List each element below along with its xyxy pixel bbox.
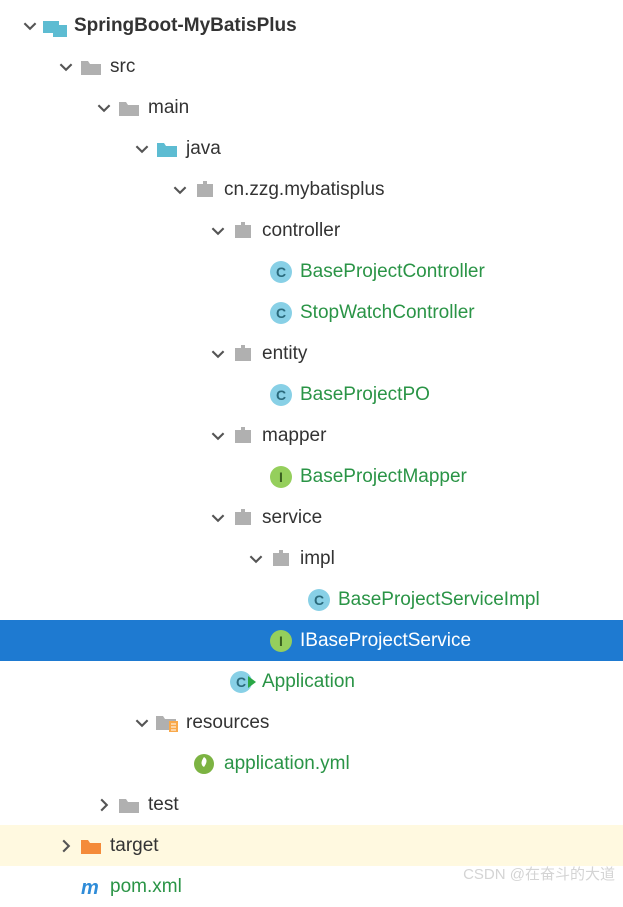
chevron-right-icon[interactable]: [92, 798, 116, 812]
package-icon: [230, 218, 256, 244]
entity-label: entity: [262, 343, 307, 365]
tree-row-src[interactable]: src: [0, 46, 623, 87]
chevron-down-icon[interactable]: [18, 19, 42, 33]
tree-row-target[interactable]: target: [0, 825, 623, 866]
tree-row-interface-selected[interactable]: I IBaseProjectService: [0, 620, 623, 661]
tree-row-controller[interactable]: controller: [0, 210, 623, 251]
tree-row-resources[interactable]: resources: [0, 702, 623, 743]
chevron-down-icon[interactable]: [130, 716, 154, 730]
tree-row-test[interactable]: test: [0, 784, 623, 825]
controller-label: controller: [262, 220, 340, 242]
pom-label: pom.xml: [110, 876, 182, 898]
service-label: service: [262, 507, 322, 529]
main-label: main: [148, 97, 189, 119]
class-icon: C: [268, 382, 294, 408]
chevron-down-icon[interactable]: [168, 183, 192, 197]
yml-label: application.yml: [224, 753, 350, 775]
tree-row-service[interactable]: service: [0, 497, 623, 538]
chevron-right-icon[interactable]: [54, 839, 78, 853]
mapper-label: mapper: [262, 425, 326, 447]
chevron-down-icon[interactable]: [130, 142, 154, 156]
package-icon: [268, 546, 294, 572]
spring-config-icon: [192, 751, 218, 777]
java-label: java: [186, 138, 221, 160]
module-icon: [42, 13, 68, 39]
chevron-down-icon[interactable]: [206, 347, 230, 361]
chevron-down-icon[interactable]: [244, 552, 268, 566]
runnable-class-icon: C: [230, 669, 256, 695]
class-icon: C: [268, 300, 294, 326]
class-icon: C: [268, 259, 294, 285]
class-label: BaseProjectServiceImpl: [338, 589, 540, 611]
package-icon: [230, 423, 256, 449]
excluded-folder-icon: [78, 833, 104, 859]
package-label: cn.zzg.mybatisplus: [224, 179, 385, 201]
tree-row-java[interactable]: java: [0, 128, 623, 169]
tree-row-impl[interactable]: impl: [0, 538, 623, 579]
src-label: src: [110, 56, 135, 78]
class-label: BaseProjectPO: [300, 384, 430, 406]
package-icon: [192, 177, 218, 203]
project-tree[interactable]: SpringBoot-MyBatisPlus src main java cn.…: [0, 0, 623, 907]
tree-row-pom[interactable]: m pom.xml: [0, 866, 623, 907]
interface-label: BaseProjectMapper: [300, 466, 467, 488]
interface-icon: I: [268, 464, 294, 490]
svg-text:C: C: [276, 264, 286, 280]
class-label: BaseProjectController: [300, 261, 485, 283]
folder-icon: [116, 792, 142, 818]
test-label: test: [148, 794, 179, 816]
svg-text:C: C: [276, 305, 286, 321]
tree-row-interface[interactable]: I BaseProjectMapper: [0, 456, 623, 497]
svg-text:m: m: [81, 877, 99, 898]
tree-row-class[interactable]: C StopWatchController: [0, 292, 623, 333]
chevron-down-icon[interactable]: [54, 60, 78, 74]
class-label: StopWatchController: [300, 302, 475, 324]
chevron-down-icon[interactable]: [206, 224, 230, 238]
tree-row-package[interactable]: cn.zzg.mybatisplus: [0, 169, 623, 210]
folder-icon: [116, 95, 142, 121]
chevron-down-icon[interactable]: [206, 429, 230, 443]
svg-text:I: I: [279, 469, 283, 485]
tree-row-application[interactable]: C Application: [0, 661, 623, 702]
impl-label: impl: [300, 548, 335, 570]
project-label: SpringBoot-MyBatisPlus: [74, 15, 297, 37]
tree-row-class[interactable]: C BaseProjectController: [0, 251, 623, 292]
resources-folder-icon: [154, 710, 180, 736]
tree-row-project[interactable]: SpringBoot-MyBatisPlus: [0, 5, 623, 46]
svg-text:C: C: [236, 674, 246, 690]
target-label: target: [110, 835, 159, 857]
resources-label: resources: [186, 712, 269, 734]
application-label: Application: [262, 671, 355, 693]
svg-text:C: C: [314, 592, 324, 608]
chevron-down-icon[interactable]: [92, 101, 116, 115]
tree-row-entity[interactable]: entity: [0, 333, 623, 374]
interface-label: IBaseProjectService: [300, 630, 471, 652]
package-icon: [230, 341, 256, 367]
class-icon: C: [306, 587, 332, 613]
tree-row-main[interactable]: main: [0, 87, 623, 128]
tree-row-class[interactable]: C BaseProjectPO: [0, 374, 623, 415]
svg-text:C: C: [276, 387, 286, 403]
maven-icon: m: [78, 874, 104, 900]
tree-row-class[interactable]: C BaseProjectServiceImpl: [0, 579, 623, 620]
package-icon: [230, 505, 256, 531]
svg-text:I: I: [279, 633, 283, 649]
interface-icon: I: [268, 628, 294, 654]
tree-row-yml[interactable]: application.yml: [0, 743, 623, 784]
source-folder-icon: [154, 136, 180, 162]
chevron-down-icon[interactable]: [206, 511, 230, 525]
tree-row-mapper[interactable]: mapper: [0, 415, 623, 456]
folder-icon: [78, 54, 104, 80]
